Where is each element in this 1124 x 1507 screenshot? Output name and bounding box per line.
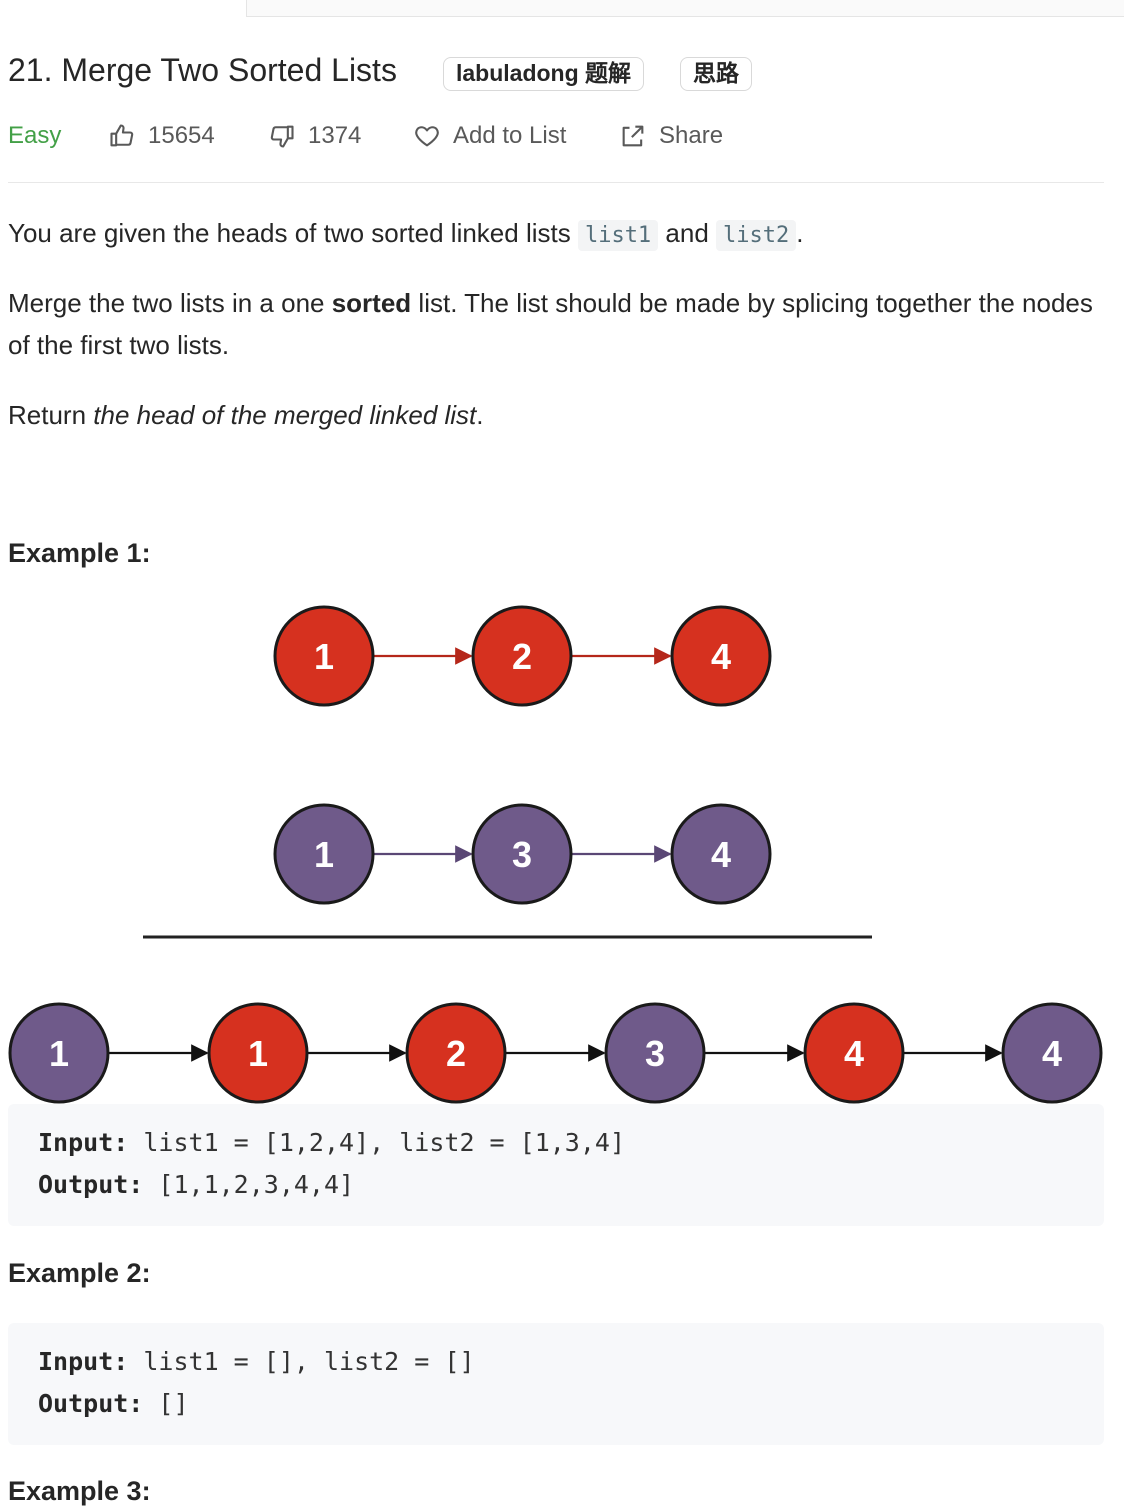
input-value: list1 = [1,2,4], list2 = [1,3,4] <box>128 1128 626 1157</box>
difficulty-badge: Easy <box>8 118 61 154</box>
bold-text: sorted <box>331 288 412 318</box>
input-label: Input: <box>38 1128 129 1157</box>
solution-tag-button[interactable]: labuladong 题解 <box>443 57 645 91</box>
input-value: list1 = [], list2 = [] <box>128 1347 475 1376</box>
italic-text: the head of the merged linked list <box>93 400 477 430</box>
node-value: 3 <box>512 834 532 875</box>
text: Return <box>8 400 94 430</box>
difficulty-label: Easy <box>8 122 62 149</box>
node-value: 4 <box>711 636 731 677</box>
example-3-heading: Example 3: <box>8 1476 151 1506</box>
node-value: 2 <box>446 1033 466 1074</box>
dislike-count: 1374 <box>308 122 362 149</box>
text: Merge the two lists in a one <box>8 288 332 318</box>
code-list2: list2 <box>716 220 797 251</box>
output-value: [] <box>143 1389 189 1418</box>
approach-tag-button[interactable]: 思路 <box>680 57 752 91</box>
example-2-code-block: Input: list1 = [], list2 = [] Output: [] <box>8 1323 1104 1445</box>
merged-nodes: 1 1 2 3 4 4 <box>8 1002 1103 1104</box>
list1-nodes: 1 2 4 <box>273 605 772 707</box>
add-to-list-button[interactable]: Add to List <box>413 118 566 154</box>
share-label: Share <box>659 122 724 149</box>
share-button[interactable]: Share <box>619 118 723 154</box>
text: You are given the heads of two sorted li… <box>8 218 578 248</box>
node-value: 1 <box>314 636 334 677</box>
text: . <box>476 400 484 430</box>
description-paragraph-1: You are given the heads of two sorted li… <box>8 212 1108 257</box>
example-2-heading: Example 2: <box>8 1258 151 1288</box>
description-paragraph-3: Return the head of the merged linked lis… <box>8 394 1108 436</box>
text: and <box>658 218 717 248</box>
node-value: 4 <box>1042 1033 1062 1074</box>
node-value: 1 <box>314 834 334 875</box>
node-value: 2 <box>512 636 532 677</box>
node-value: 1 <box>248 1033 268 1074</box>
node-value: 3 <box>645 1033 665 1074</box>
output-label: Output: <box>38 1170 144 1199</box>
example-1-output: Output: [1,1,2,3,4,4] <box>38 1164 1074 1206</box>
output-value: [1,1,2,3,4,4] <box>143 1170 355 1199</box>
example-1-code-block: Input: list1 = [1,2,4], list2 = [1,3,4] … <box>8 1104 1104 1226</box>
heart-icon <box>415 126 439 147</box>
example-2-output: Output: [] <box>38 1383 1074 1425</box>
like-count: 15654 <box>148 122 215 149</box>
top-panel-edge <box>246 0 1124 17</box>
example-1-heading: Example 1: <box>8 538 151 568</box>
dislike-button[interactable]: 1374 <box>268 118 361 154</box>
node-value: 1 <box>49 1033 69 1074</box>
example-1-input: Input: list1 = [1,2,4], list2 = [1,3,4] <box>38 1122 1074 1164</box>
like-button[interactable]: 15654 <box>108 118 215 154</box>
node-value: 4 <box>844 1033 864 1074</box>
input-label: Input: <box>38 1347 129 1376</box>
node-value: 4 <box>711 834 731 875</box>
thumbs-down-icon <box>270 125 294 148</box>
list2-nodes: 1 3 4 <box>273 803 772 905</box>
text: . <box>796 218 804 248</box>
header-divider <box>8 182 1104 183</box>
example-1-diagram: 1 2 4 1 3 4 1 1 2 3 4 4 <box>8 605 1103 1104</box>
thumbs-up-icon <box>110 124 134 147</box>
description-paragraph-2: Merge the two lists in a one sorted list… <box>8 282 1108 366</box>
output-label: Output: <box>38 1389 144 1418</box>
example-2-input: Input: list1 = [], list2 = [] <box>38 1341 1074 1383</box>
code-list1: list1 <box>577 220 659 251</box>
share-icon <box>622 125 644 147</box>
add-to-list-label: Add to List <box>453 122 567 149</box>
problem-title: 21. Merge Two Sorted Lists <box>8 52 397 88</box>
